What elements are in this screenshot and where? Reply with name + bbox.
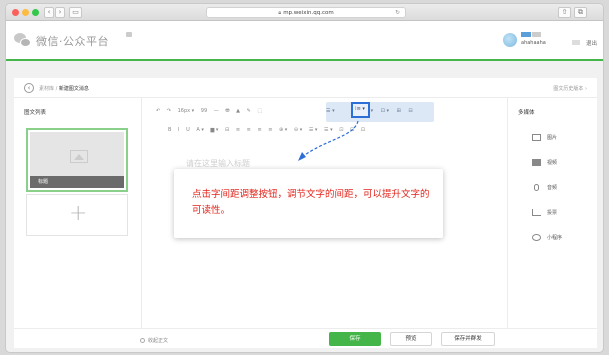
sidebar-icon[interactable]: ▭ [69, 7, 82, 18]
vote-icon [532, 209, 541, 216]
reload-icon[interactable]: ↻ [395, 8, 400, 18]
template-icon[interactable]: ⊞ [397, 108, 401, 114]
collapse-body-toggle[interactable]: 收起正文 [140, 337, 168, 344]
justify-icon[interactable]: ≡ [268, 127, 272, 133]
media-item-vote[interactable]: 投票 [532, 209, 557, 216]
article-list-panel: 图文列表 标题 + [14, 98, 142, 328]
address-bar[interactable]: 🔒︎ mp.weixin.qq.com ↻ [206, 7, 406, 18]
align-right-icon[interactable]: ≡ [257, 127, 261, 133]
toolbar-row-1: ↶ ↷ 16px ▾ 99 — ⛃ ▲ ✎ ⬚ [156, 108, 267, 118]
preview-button[interactable]: 预览 [390, 332, 432, 346]
letter-spacing-button[interactable]: ⁞≡ ▾ [351, 102, 370, 118]
media-item-video[interactable]: 视频 [532, 159, 557, 166]
breadcrumb-parent[interactable]: 素材库 [39, 86, 54, 92]
bottom-action-bar: 收起正文 保存 预览 保存并群发 [14, 328, 597, 348]
miniprogram-icon [532, 234, 541, 241]
browser-toolbar: ‹ › ▭ 🔒︎ mp.weixin.qq.com ↻ ⇧ ⧉ [6, 4, 603, 21]
font-size-select[interactable]: 16px ▾ [178, 108, 195, 114]
save-and-send-button[interactable]: 保存并群发 [441, 332, 495, 346]
media-panel-title: 多媒体 [518, 110, 535, 116]
bold-icon[interactable]: B [168, 127, 171, 133]
title-input[interactable]: 请在这里输入标题 [186, 158, 250, 169]
image-icon [532, 134, 541, 141]
account-badges [521, 32, 542, 37]
audio-icon [534, 184, 539, 191]
paragraph-before-icon[interactable]: ⊕ ▾ [279, 127, 287, 133]
logo-badge [126, 32, 132, 37]
image-placeholder-icon [70, 150, 88, 163]
minimize-window-button[interactable] [22, 9, 29, 16]
media-item-image[interactable]: 图片 [532, 134, 557, 141]
background-color-icon[interactable]: ▆ ▾ [211, 127, 219, 133]
history-versions-link[interactable]: 图文历史版本 › [553, 85, 587, 92]
logout-link[interactable]: 退出 [586, 39, 597, 47]
close-window-button[interactable] [12, 9, 19, 16]
breadcrumb: ‹ 素材库 / 新建图文消息 图文历史版本 › [14, 78, 597, 98]
article-item-selected[interactable]: 标题 [26, 128, 128, 192]
article-list-title: 图文列表 [24, 110, 47, 116]
tip-text: 点击字间距调整按钮，调节文字的间距，可以提升文字的可读性。 [192, 189, 430, 216]
brush-icon[interactable]: ✎ [247, 108, 251, 114]
zoom-window-button[interactable] [32, 9, 39, 16]
italic-icon[interactable]: I [178, 127, 179, 133]
font-color-icon[interactable]: A ▾ [196, 127, 204, 133]
tip-callout: 点击字间距调整按钮，调节文字的间距，可以提升文字的可读性。 [174, 169, 443, 238]
account-name[interactable]: ahahaaha [521, 40, 546, 46]
toolbar-blue-group: ☰ ▾ ☺ ▾ ⊡ ▾ ⊞ ⊟ [326, 108, 419, 114]
avatar[interactable] [503, 33, 517, 47]
back-circle-icon[interactable]: ‹ [24, 83, 34, 93]
letter-spacing-icon: ⁞≡ ▾ [355, 106, 365, 112]
insert-icon[interactable]: ⊡ ▾ [381, 108, 389, 114]
collapse-icon [140, 338, 145, 343]
align-left-icon[interactable]: ≡ [236, 127, 240, 133]
media-item-audio[interactable]: 音频 [532, 184, 557, 191]
dashed-arrow-icon [298, 120, 359, 161]
redo-icon[interactable]: ↷ [167, 108, 171, 114]
plus-icon: + [69, 201, 88, 226]
align-dropdown-icon[interactable]: ☰ ▾ [326, 108, 335, 114]
breadcrumb-text: 素材库 / 新建图文消息 [39, 85, 89, 92]
platform-logo-text: 微信·公众平台 [36, 35, 109, 48]
clear-format-icon[interactable]: ▲ [236, 108, 240, 114]
address-text: mp.weixin.qq.com [283, 10, 334, 16]
article-title-label: 标题 [30, 176, 124, 188]
divider-icon[interactable]: — [214, 108, 219, 114]
save-button[interactable]: 保存 [329, 332, 381, 346]
back-arrow-icon[interactable]: ‹ [44, 7, 54, 18]
format-painter-icon[interactable]: ⛃ [225, 108, 229, 114]
add-article-button[interactable]: + [26, 194, 128, 236]
underline-icon[interactable]: U [186, 127, 190, 133]
wechat-logo-icon [14, 33, 32, 47]
quote-icon[interactable]: 99 [201, 108, 207, 114]
account-tag [572, 40, 580, 45]
border-icon[interactable]: ⬚ [257, 108, 262, 114]
forward-arrow-icon[interactable]: › [55, 7, 65, 18]
share-icon[interactable]: ⇧ [558, 7, 571, 18]
media-panel: 多媒体 图片 视频 音频 投票 小程序 [507, 98, 597, 328]
video-icon [532, 159, 541, 166]
lock-icon: 🔒︎ [278, 10, 282, 16]
breadcrumb-separator: / [55, 86, 58, 92]
browser-window: ‹ › ▭ 🔒︎ mp.weixin.qq.com ↻ ⇧ ⧉ 微信·公众平台 a… [5, 3, 604, 353]
tabs-icon[interactable]: ⧉ [574, 7, 587, 18]
article-cover: 标题 [30, 132, 124, 188]
indent-icon[interactable]: ⊟ [225, 127, 229, 133]
breadcrumb-current: 新建图文消息 [58, 86, 89, 92]
align-center-icon[interactable]: ≡ [247, 127, 251, 133]
undo-icon[interactable]: ↶ [156, 108, 160, 114]
layout-icon[interactable]: ⊟ [408, 108, 412, 114]
media-item-miniprogram[interactable]: 小程序 [532, 234, 562, 241]
site-header: 微信·公众平台 ahahaaha 退出 [6, 21, 603, 61]
